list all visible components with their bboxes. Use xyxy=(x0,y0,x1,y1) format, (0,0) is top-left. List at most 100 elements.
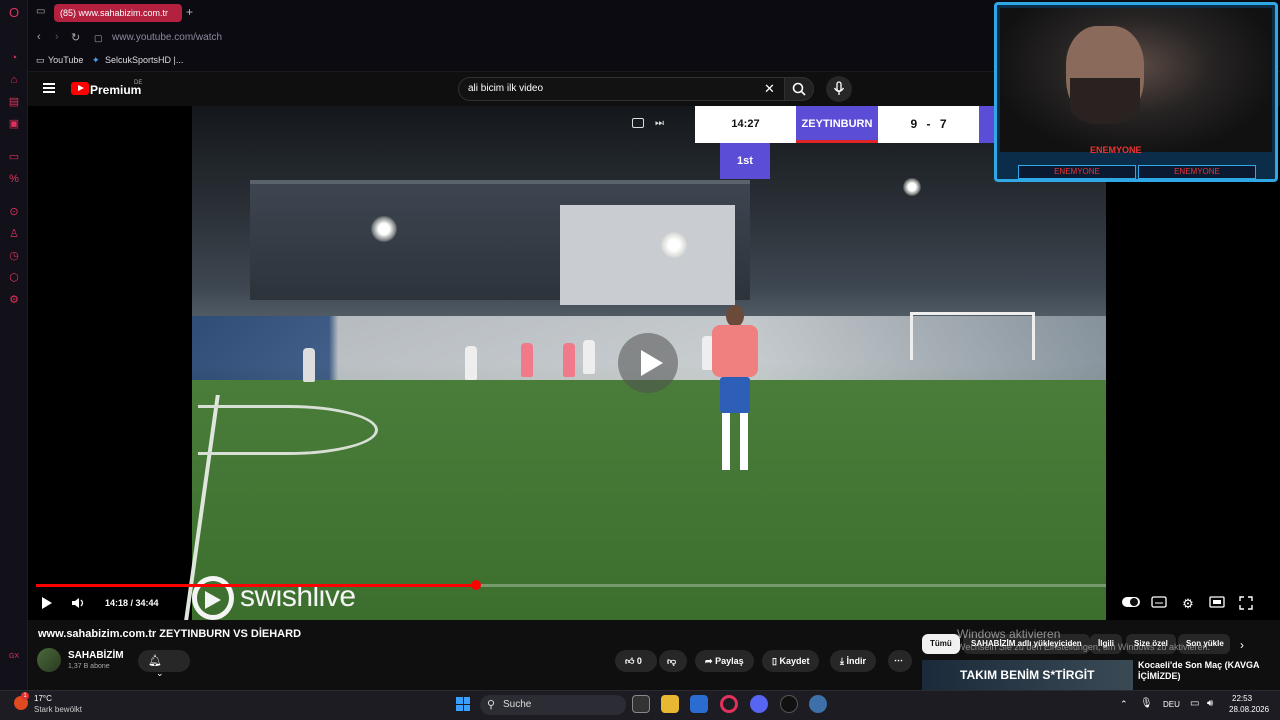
bookmark-youtube-icon: ▭ xyxy=(36,55,45,65)
theater-mode-icon[interactable] xyxy=(1209,596,1225,610)
opera-logo-icon[interactable]: O xyxy=(7,6,21,20)
thumbs-down-icon: 👎︎ xyxy=(667,656,677,666)
like-count: 0 xyxy=(636,656,642,666)
floodlight xyxy=(903,178,921,196)
tray-network-icon[interactable]: ▭ xyxy=(1190,698,1199,709)
player-figure-foreground xyxy=(712,305,758,470)
scoreboard-clock: 14:27 xyxy=(695,106,796,143)
share-button[interactable]: ➦ Paylaş xyxy=(695,650,754,672)
clubhouse-building xyxy=(560,205,735,305)
progress-scrubber[interactable] xyxy=(471,580,481,590)
webcam-tag-left: ENEMYONE xyxy=(1018,165,1136,179)
video-title: www.sahabizim.com.tr ZEYTINBURN VS DİEHA… xyxy=(38,628,302,640)
url-field[interactable]: www.youtube.com/watch xyxy=(112,32,222,43)
miniplayer-icon[interactable] xyxy=(632,118,644,128)
lock-icon: ▢ xyxy=(94,33,103,43)
menu-icon[interactable] xyxy=(43,83,55,93)
floodlight xyxy=(661,232,687,258)
search-query[interactable]: ali bicim ilk video xyxy=(468,83,543,94)
youtube-logo-icon[interactable] xyxy=(71,82,89,95)
voice-search-button[interactable] xyxy=(826,76,852,102)
search-button[interactable] xyxy=(784,77,814,101)
back-icon[interactable]: ‹ xyxy=(37,31,41,43)
tray-overflow-icon[interactable]: ⌃ xyxy=(1120,699,1128,710)
volume-icon[interactable] xyxy=(71,596,85,610)
play-overlay-icon[interactable] xyxy=(618,333,678,393)
opera-gx-taskbar-icon[interactable] xyxy=(720,695,738,713)
fullscreen-icon[interactable] xyxy=(1238,596,1254,610)
subtitles-icon[interactable] xyxy=(1151,596,1167,610)
webcam-tag-right: ENEMYONE xyxy=(1138,165,1256,179)
scoreboard-team: ZEYTINBURN xyxy=(796,106,878,143)
store-icon[interactable] xyxy=(690,695,708,713)
swishlive-logo-icon xyxy=(192,576,234,620)
settings-app-icon[interactable] xyxy=(809,695,827,713)
weather-badge: 1 xyxy=(21,692,29,700)
messenger-icon[interactable]: ▣ xyxy=(7,117,21,131)
settings-icon[interactable]: ⚙ xyxy=(7,293,21,307)
weather-temperature: 17°C xyxy=(34,694,52,703)
settings-gear-icon[interactable]: ⚙ xyxy=(1180,596,1196,611)
extensions-icon[interactable]: ⬡ xyxy=(7,271,21,285)
windows-activation-title: Windows aktivieren xyxy=(957,627,1061,641)
player-figure xyxy=(583,340,595,374)
scoreboard-period: 1st xyxy=(720,143,770,179)
notification-bell-button[interactable]: 🔔︎ ⌄ xyxy=(138,650,190,678)
skip-icon[interactable]: ⏭ xyxy=(655,118,664,129)
tray-language[interactable]: DEU xyxy=(1163,700,1180,709)
bag-icon[interactable]: ⌂ xyxy=(7,73,21,87)
streamer-beard xyxy=(1070,78,1140,124)
player-figure xyxy=(563,343,575,377)
chip-all[interactable]: Tümü xyxy=(922,634,960,654)
app-icon[interactable] xyxy=(780,695,798,713)
history-icon[interactable]: ◷ xyxy=(7,249,21,263)
progress-fill xyxy=(36,584,476,587)
new-tab-button[interactable]: + xyxy=(186,5,193,19)
share-label: Paylaş xyxy=(715,656,744,666)
file-explorer-icon[interactable] xyxy=(661,695,679,713)
autoplay-toggle[interactable] xyxy=(1122,596,1140,610)
play-icon[interactable] xyxy=(42,597,52,609)
reload-icon[interactable]: ↻ xyxy=(71,31,80,44)
task-view-icon[interactable] xyxy=(632,695,650,713)
tray-clock-date[interactable]: 28.08.2026 xyxy=(1229,705,1269,714)
controls-icon[interactable]: ▤ xyxy=(7,95,21,109)
tab-active[interactable]: (85) www.sahabizim.com.tr xyxy=(54,4,182,22)
taskbar-search-input[interactable] xyxy=(480,695,626,715)
like-button[interactable]: 👍︎ 0 xyxy=(615,650,657,672)
tray-clock-time[interactable]: 22:53 xyxy=(1232,694,1252,703)
more-actions-icon[interactable]: ⋯ xyxy=(888,650,912,672)
search-icon xyxy=(792,82,806,96)
windows-activation-subtitle: Wechseln Sie zu den Einstellungen, um Wi… xyxy=(957,642,1210,652)
recommendation-thumbnail-text: TAKIM BENİM S*TİRGİT xyxy=(960,668,1095,682)
player-icon[interactable]: ⊙ xyxy=(7,205,21,219)
windows-start-icon[interactable] xyxy=(456,697,470,711)
share-icon: ➦ xyxy=(705,656,713,666)
channel-avatar[interactable] xyxy=(37,648,61,672)
forward-icon[interactable]: › xyxy=(55,31,59,43)
bell-icon: 🔔︎ xyxy=(148,655,162,667)
discord-icon[interactable] xyxy=(750,695,768,713)
taskbar-search-icon: ⚲ xyxy=(487,699,496,711)
dislike-button[interactable]: 👎︎ xyxy=(659,650,687,672)
pin-icon[interactable]: ♙ xyxy=(7,227,21,241)
speed-dial-icon[interactable]: ◔ xyxy=(7,51,21,65)
tray-volume-icon[interactable]: 🔊︎ xyxy=(1207,698,1213,709)
tray-mic-icon[interactable]: 🎙︎ xyxy=(1140,698,1153,709)
download-label: İndir xyxy=(846,656,867,666)
download-button[interactable]: ⤓ İndir xyxy=(830,650,876,672)
channel-name[interactable]: SAHABİZİM xyxy=(68,650,124,661)
clear-search-icon[interactable]: ✕ xyxy=(764,81,775,97)
recommendation-title[interactable]: Kocaeli'de Son Maç (KAVGA İÇİMİZDE) xyxy=(1138,660,1278,682)
bookmark-selcuk[interactable]: SelcukSportsHD |... xyxy=(105,55,183,65)
bookmark-selcuk-icon: ✦ xyxy=(92,55,100,65)
browser-sidebar: O ◔ ⌂ ▤ ▣ ▭ % ⊙ ♙ ◷ ⬡ ⚙ GX xyxy=(0,0,28,690)
chip-next-icon[interactable]: › xyxy=(1240,638,1244,652)
twitch-icon[interactable]: ▭ xyxy=(7,150,21,164)
percent-icon[interactable]: % xyxy=(7,172,21,186)
tab-list-icon[interactable]: ▭ xyxy=(36,6,45,17)
player-figure xyxy=(521,343,533,377)
save-button[interactable]: ▯ Kaydet xyxy=(762,650,820,672)
chevron-down-icon: ⌄ xyxy=(156,668,164,678)
bookmark-youtube[interactable]: YouTube xyxy=(48,55,83,65)
